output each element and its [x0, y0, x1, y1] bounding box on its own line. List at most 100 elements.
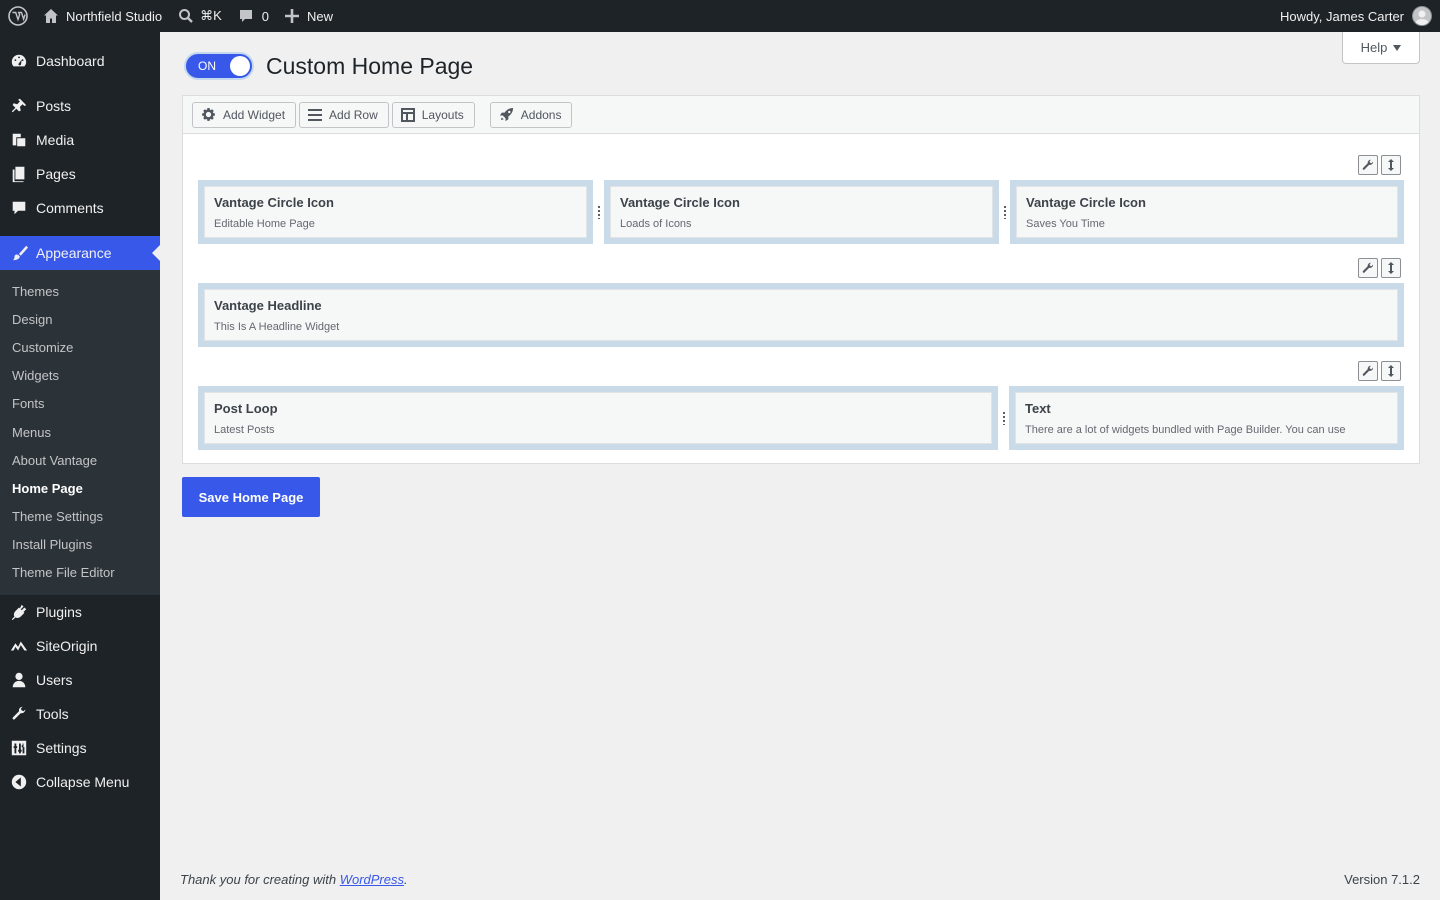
help-button[interactable]: Help — [1342, 32, 1420, 64]
submenu-themes[interactable]: Themes — [0, 277, 160, 305]
menu-comments[interactable]: Comments — [0, 191, 160, 225]
submenu-fonts[interactable]: Fonts — [0, 390, 160, 418]
dashboard-icon — [11, 54, 27, 67]
menu-media[interactable]: Media — [0, 123, 160, 157]
menu-posts[interactable]: Posts — [0, 89, 160, 123]
submenu-theme-file-editor[interactable]: Theme File Editor — [0, 559, 160, 587]
wrench-icon — [1362, 365, 1374, 376]
widget-card[interactable]: Vantage Circle Icon Loads of Icons — [610, 186, 993, 238]
comments-count: 0 — [261, 8, 270, 24]
user-icon — [12, 672, 26, 688]
widget-title: Post Loop — [214, 401, 278, 416]
row-edit-button[interactable] — [1358, 361, 1378, 381]
rocket-icon — [499, 107, 513, 122]
menu-appearance[interactable]: Appearance — [0, 236, 160, 270]
gear-icon — [202, 107, 215, 121]
plus-icon — [285, 9, 300, 23]
widget-title: Vantage Circle Icon — [214, 195, 334, 210]
siteorigin-icon — [10, 641, 28, 651]
layout-row-3: Post Loop Latest Posts Text There are a … — [198, 386, 1404, 450]
widget-card[interactable]: Post Loop Latest Posts — [204, 392, 992, 444]
submenu-widgets[interactable]: Widgets — [0, 362, 160, 390]
comments-link[interactable]: 0 — [230, 0, 277, 32]
widget-description: Saves You Time — [1026, 218, 1105, 230]
column-resize-handle[interactable] — [593, 180, 604, 244]
widget-card[interactable]: Vantage Circle Icon Saves You Time — [1016, 186, 1398, 238]
layout-row-2: Vantage Headline This Is A Headline Widg… — [198, 283, 1404, 347]
menu-label: Tools — [36, 706, 69, 723]
avatar — [1412, 6, 1432, 26]
menu-users[interactable]: Users — [0, 663, 160, 697]
row-cell: Post Loop Latest Posts — [198, 386, 998, 450]
admin-sidebar: Dashboard Posts Media Pages Comments App… — [0, 32, 160, 900]
widget-description: This Is A Headline Widget — [214, 321, 340, 333]
submenu-home-page[interactable]: Home Page — [0, 474, 160, 502]
add-row-button[interactable]: Add Row — [299, 101, 389, 128]
move-vertical-icon — [1388, 159, 1394, 171]
column-resize-handle[interactable] — [999, 180, 1010, 244]
row-edit-button[interactable] — [1358, 155, 1378, 175]
row-cell: Text There are a lot of widgets bundled … — [1009, 386, 1404, 450]
save-home-page-button[interactable]: Save Home Page — [182, 477, 320, 517]
row-cell: Vantage Headline This Is A Headline Widg… — [198, 283, 1404, 347]
menu-label: Plugins — [36, 604, 82, 621]
menu-label: Media — [36, 132, 75, 148]
admin-bar: Northfield Studio ⌘K 0 New Howdy, James … — [0, 0, 1440, 32]
page-builder: Add Widget Add Row Layouts Addons Vantag… — [182, 95, 1420, 464]
menu-collapse[interactable]: Collapse Menu — [0, 765, 160, 799]
submenu-customize[interactable]: Customize — [0, 333, 160, 361]
menu-plugins[interactable]: Plugins — [0, 595, 160, 629]
addons-button[interactable]: Addons — [489, 101, 573, 128]
column-resize-handle[interactable] — [998, 386, 1009, 450]
site-name-link[interactable]: Northfield Studio — [35, 0, 170, 32]
submenu-design[interactable]: Design — [0, 305, 160, 333]
help-label: Help — [1360, 40, 1388, 55]
footer-version: Version 7.1.2 — [1344, 872, 1420, 887]
search-icon — [179, 9, 193, 23]
account-menu[interactable]: Howdy, James Carter — [1272, 0, 1440, 32]
row-move-button[interactable] — [1381, 361, 1401, 381]
add-widget-label: Add Widget — [223, 107, 286, 122]
widget-card[interactable]: Vantage Circle Icon Editable Home Page — [204, 186, 587, 238]
row-move-button[interactable] — [1381, 155, 1401, 175]
menu-siteorigin[interactable]: SiteOrigin — [0, 629, 160, 663]
move-vertical-icon — [1388, 365, 1394, 377]
new-content-link[interactable]: New — [277, 0, 341, 32]
submenu-install-plugins[interactable]: Install Plugins — [0, 531, 160, 559]
menu-label: Comments — [36, 200, 104, 216]
menu-settings[interactable]: Settings — [0, 731, 160, 765]
widget-title: Vantage Circle Icon — [620, 195, 740, 210]
addons-label: Addons — [520, 107, 562, 122]
caret-down-icon — [1393, 44, 1402, 51]
footer-thanks-prefix: Thank you for creating with — [180, 872, 340, 887]
row-move-button[interactable] — [1381, 258, 1401, 278]
widget-title: Vantage Circle Icon — [1026, 195, 1146, 210]
add-widget-button[interactable]: Add Widget — [192, 101, 297, 128]
search-shortcut[interactable]: ⌘K — [170, 0, 230, 32]
comment-bubble-icon — [239, 10, 252, 22]
comment-icon — [12, 201, 26, 215]
collapse-icon — [11, 774, 27, 790]
submenu-about-vantage[interactable]: About Vantage — [0, 446, 160, 474]
media-icon — [12, 133, 26, 147]
footer-thanks-suffix: . — [404, 872, 408, 887]
layouts-button[interactable]: Layouts — [391, 101, 475, 128]
wrench-icon — [12, 706, 26, 720]
widget-description: Loads of Icons — [620, 218, 692, 230]
submenu-menus[interactable]: Menus — [0, 418, 160, 446]
widget-description: There are a lot of widgets bundled with … — [1025, 424, 1346, 436]
home-icon — [44, 9, 58, 23]
row-edit-button[interactable] — [1358, 258, 1378, 278]
menu-dashboard[interactable]: Dashboard — [0, 44, 160, 78]
submenu-theme-settings[interactable]: Theme Settings — [0, 503, 160, 531]
wordpress-link[interactable]: WordPress — [340, 872, 404, 887]
title-row: ON Custom Home Page — [184, 52, 473, 80]
menu-pages[interactable]: Pages — [0, 157, 160, 191]
widget-card[interactable]: Vantage Headline This Is A Headline Widg… — [204, 289, 1398, 341]
layout-row-1: Vantage Circle Icon Editable Home Page V… — [198, 180, 1404, 244]
wordpress-logo-icon[interactable] — [1, 0, 35, 32]
widget-card[interactable]: Text There are a lot of widgets bundled … — [1015, 392, 1398, 444]
menu-label: Appearance — [36, 245, 112, 261]
home-page-toggle[interactable]: ON — [184, 52, 254, 80]
menu-tools[interactable]: Tools — [0, 697, 160, 731]
